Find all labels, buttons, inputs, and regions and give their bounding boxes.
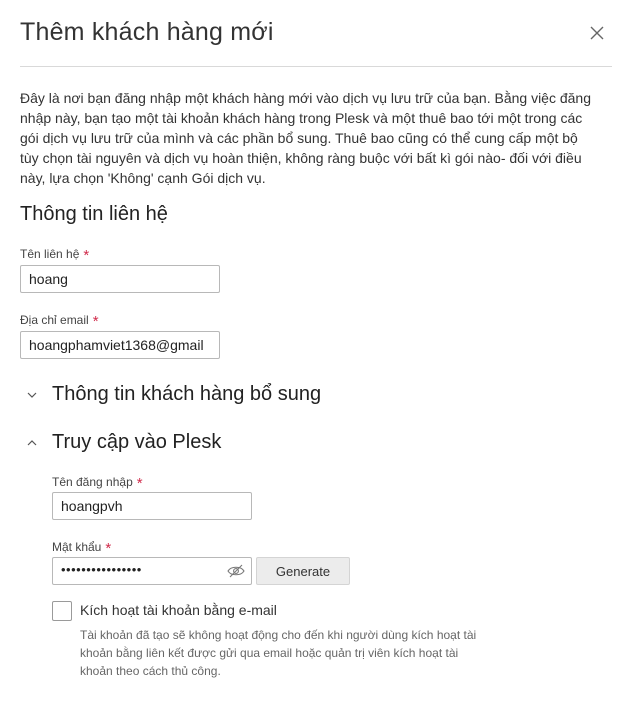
- username-label-text: Tên đăng nhập: [52, 475, 133, 489]
- required-marker: *: [136, 475, 143, 492]
- dialog-title: Thêm khách hàng mới: [20, 18, 274, 46]
- plesk-access-label: Truy cập vào Plesk: [52, 431, 222, 453]
- password-value: ••••••••••••••••: [61, 562, 142, 577]
- email-input[interactable]: hoangphamviet1368@gmail: [20, 331, 220, 359]
- username-input[interactable]: hoangpvh: [52, 492, 252, 520]
- additional-info-label: Thông tin khách hàng bổ sung: [52, 383, 322, 405]
- contact-name-input[interactable]: hoang: [20, 265, 220, 293]
- password-label: Mật khẩu *: [52, 538, 112, 557]
- header-divider: [20, 66, 612, 67]
- activate-by-email-checkbox[interactable]: [52, 601, 72, 621]
- required-marker: *: [83, 247, 90, 264]
- contact-name-label: Tên liên hệ *: [20, 245, 90, 264]
- password-label-text: Mật khẩu: [52, 540, 102, 554]
- intro-text: Đây là nơi bạn đăng nhập một khách hàng …: [20, 90, 592, 186]
- chevron-up-icon: [20, 439, 44, 446]
- close-button[interactable]: [590, 26, 606, 42]
- plesk-access-toggle[interactable]: Truy cập vào Plesk: [20, 431, 221, 454]
- chevron-down-icon: [20, 392, 44, 398]
- email-label: Địa chỉ email *: [20, 311, 99, 330]
- close-icon: [590, 26, 604, 40]
- generate-password-button[interactable]: Generate: [256, 557, 350, 585]
- eye-off-icon[interactable]: [227, 564, 245, 578]
- username-label: Tên đăng nhập *: [52, 473, 143, 492]
- required-marker: *: [92, 313, 99, 330]
- email-label-text: Địa chỉ email: [20, 313, 89, 327]
- activate-by-email-label[interactable]: Kích hoạt tài khoản bằng e-mail: [80, 602, 277, 618]
- additional-info-toggle[interactable]: Thông tin khách hàng bổ sung: [20, 383, 321, 406]
- required-marker: *: [105, 540, 112, 557]
- activate-by-email-hint: Tài khoản đã tạo sẽ không hoạt động cho …: [80, 628, 477, 678]
- password-input[interactable]: ••••••••••••••••: [52, 557, 252, 585]
- section-heading-contact: Thông tin liên hệ: [20, 203, 168, 225]
- contact-name-label-text: Tên liên hệ: [20, 247, 80, 261]
